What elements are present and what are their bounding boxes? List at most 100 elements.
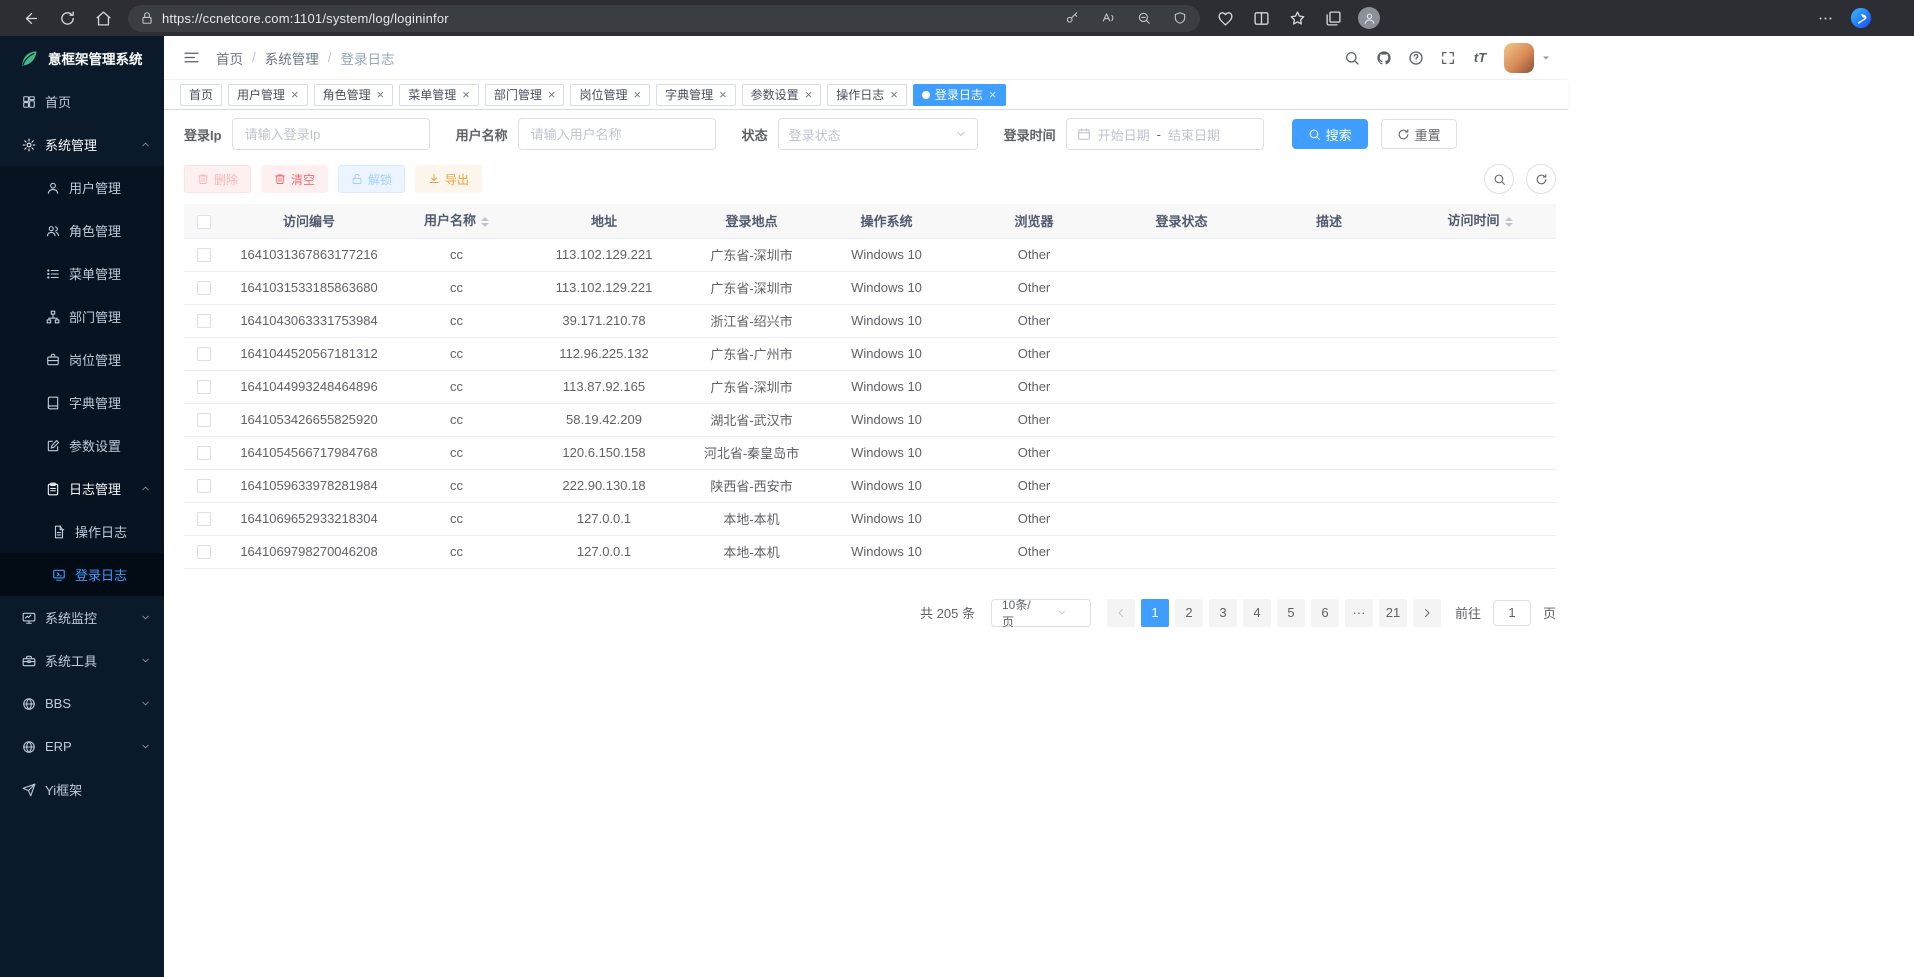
table-row[interactable]: 1641031533185863680cc113.102.129.221广东省-… <box>184 271 1556 304</box>
sidebar-item-post-management[interactable]: 岗位管理 <box>0 338 164 381</box>
tab-menu-management[interactable]: 菜单管理× <box>399 84 479 106</box>
breadcrumb-home[interactable]: 首页 <box>216 48 243 68</box>
security-button[interactable] <box>1166 7 1194 29</box>
close-icon[interactable]: × <box>291 88 299 101</box>
sidebar-item-system-monitor[interactable]: 系统监控 <box>0 596 164 639</box>
sidebar-item-user-management[interactable]: 用户管理 <box>0 166 164 209</box>
table-row[interactable]: 1641059633978281984cc222.90.130.18陕西省-西安… <box>184 469 1556 502</box>
font-size-button[interactable]: tT <box>1466 44 1494 72</box>
sidebar-toggle-button[interactable] <box>176 43 206 73</box>
login-ip-input[interactable] <box>232 118 430 150</box>
read-aloud-button[interactable] <box>1094 7 1122 29</box>
row-checkbox[interactable] <box>197 347 211 361</box>
reset-button[interactable]: 重置 <box>1381 119 1457 149</box>
sidebar-item-menu-management[interactable]: 菜单管理 <box>0 252 164 295</box>
sidebar-item-dept-management[interactable]: 部门管理 <box>0 295 164 338</box>
table-row[interactable]: 1641069652933218304cc127.0.0.1本地-本机Windo… <box>184 502 1556 535</box>
help-button[interactable] <box>1402 44 1430 72</box>
pages-ellipsis-button[interactable]: ··· <box>1345 599 1373 627</box>
page-button-5[interactable]: 5 <box>1277 599 1305 627</box>
sidebar-item-param-settings[interactable]: 参数设置 <box>0 424 164 467</box>
row-checkbox[interactable] <box>197 545 211 559</box>
goto-page-input[interactable] <box>1493 600 1531 626</box>
sidebar-item-system-tools[interactable]: 系统工具 <box>0 639 164 682</box>
page-button-2[interactable]: 2 <box>1175 599 1203 627</box>
close-icon[interactable]: × <box>805 88 813 101</box>
user-avatar[interactable] <box>1504 43 1534 73</box>
close-icon[interactable]: × <box>719 88 727 101</box>
caret-down-icon[interactable] <box>1540 52 1552 64</box>
table-row[interactable]: 1641054566717984768cc120.6.150.158河北省-秦皇… <box>184 436 1556 469</box>
prev-page-button[interactable] <box>1107 599 1135 627</box>
refresh-table-button[interactable] <box>1526 164 1556 194</box>
select-all-checkbox[interactable] <box>197 215 211 229</box>
sidebar-item-login-log[interactable]: 登录日志 <box>0 553 164 596</box>
breadcrumb-system-management[interactable]: 系统管理 <box>265 48 319 68</box>
split-screen-button[interactable] <box>1244 3 1278 33</box>
table-row[interactable]: 1641043063331753984cc39.171.210.78浙江省-绍兴… <box>184 304 1556 337</box>
search-button[interactable]: 搜索 <box>1292 119 1368 149</box>
sidebar-item-dict-management[interactable]: 字典管理 <box>0 381 164 424</box>
export-button[interactable]: 导出 <box>415 165 482 193</box>
sidebar-item-role-management[interactable]: 角色管理 <box>0 209 164 252</box>
table-row[interactable]: 1641031367863177216cc113.102.129.221广东省-… <box>184 238 1556 271</box>
close-icon[interactable]: × <box>890 88 898 101</box>
next-page-button[interactable] <box>1413 599 1441 627</box>
sidebar-item-yi-framework[interactable]: Yi框架 <box>0 768 164 811</box>
tab-login-log[interactable]: 登录日志× <box>913 84 1006 106</box>
sidebar-item-log-management[interactable]: 日志管理 <box>0 467 164 510</box>
row-checkbox[interactable] <box>197 380 211 394</box>
column-header-1[interactable]: 用户名称 <box>394 204 519 238</box>
browser-back-button[interactable] <box>14 3 48 33</box>
page-button-3[interactable]: 3 <box>1209 599 1237 627</box>
app-logo[interactable]: 意框架管理系统 <box>0 36 164 80</box>
row-checkbox[interactable] <box>197 446 211 460</box>
tab-post-management[interactable]: 岗位管理× <box>570 84 650 106</box>
address-bar[interactable]: https://ccnetcore.com:1101/system/log/lo… <box>128 5 1200 32</box>
table-row[interactable]: 1641044520567181312cc112.96.225.132广东省-广… <box>184 337 1556 370</box>
tab-home[interactable]: 首页 <box>180 84 222 106</box>
browser-profile-button[interactable] <box>1352 3 1386 33</box>
github-link-button[interactable] <box>1370 44 1398 72</box>
tab-param-settings[interactable]: 参数设置× <box>742 84 822 106</box>
sidebar-item-system-management[interactable]: 系统管理 <box>0 123 164 166</box>
browser-essentials-button[interactable] <box>1208 3 1242 33</box>
row-checkbox[interactable] <box>197 512 211 526</box>
row-checkbox[interactable] <box>197 413 211 427</box>
tab-role-management[interactable]: 角色管理× <box>314 84 394 106</box>
page-size-select[interactable]: 10条/页 <box>991 599 1091 627</box>
page-button-21[interactable]: 21 <box>1379 599 1407 627</box>
tab-operation-log[interactable]: 操作日志× <box>827 84 907 106</box>
close-icon[interactable]: × <box>633 88 641 101</box>
delete-button[interactable]: 删除 <box>184 165 251 193</box>
sort-icon[interactable] <box>481 213 489 231</box>
row-checkbox[interactable] <box>197 314 211 328</box>
favorites-button[interactable] <box>1280 3 1314 33</box>
page-button-4[interactable]: 4 <box>1243 599 1271 627</box>
zoom-button[interactable] <box>1130 7 1158 29</box>
sidebar-item-bbs[interactable]: BBS <box>0 682 164 725</box>
unlock-button[interactable]: 解锁 <box>338 165 405 193</box>
header-search-button[interactable] <box>1338 44 1366 72</box>
sidebar-item-erp[interactable]: ERP <box>0 725 164 768</box>
tab-dept-management[interactable]: 部门管理× <box>485 84 565 106</box>
close-icon[interactable]: × <box>377 88 385 101</box>
row-checkbox[interactable] <box>197 281 211 295</box>
toggle-search-button[interactable] <box>1484 164 1514 194</box>
page-button-6[interactable]: 6 <box>1311 599 1339 627</box>
fullscreen-button[interactable] <box>1434 44 1462 72</box>
close-icon[interactable]: × <box>462 88 470 101</box>
table-row[interactable]: 1641044993248464896cc113.87.92.165广东省-深圳… <box>184 370 1556 403</box>
browser-menu-button[interactable] <box>1808 3 1842 33</box>
close-icon[interactable]: × <box>548 88 556 101</box>
table-row[interactable]: 1641069798270046208cc127.0.0.1本地-本机Windo… <box>184 535 1556 568</box>
user-name-input[interactable] <box>518 118 716 150</box>
tab-user-management[interactable]: 用户管理× <box>228 84 308 106</box>
close-icon[interactable]: × <box>989 88 997 101</box>
login-time-range-picker[interactable]: 开始日期 - 结束日期 <box>1066 118 1264 150</box>
table-row[interactable]: 1641053426655825920cc58.19.42.209湖北省-武汉市… <box>184 403 1556 436</box>
browser-reload-button[interactable] <box>50 3 84 33</box>
browser-home-button[interactable] <box>86 3 120 33</box>
copilot-button[interactable] <box>1844 3 1878 33</box>
sidebar-item-operation-log[interactable]: 操作日志 <box>0 510 164 553</box>
